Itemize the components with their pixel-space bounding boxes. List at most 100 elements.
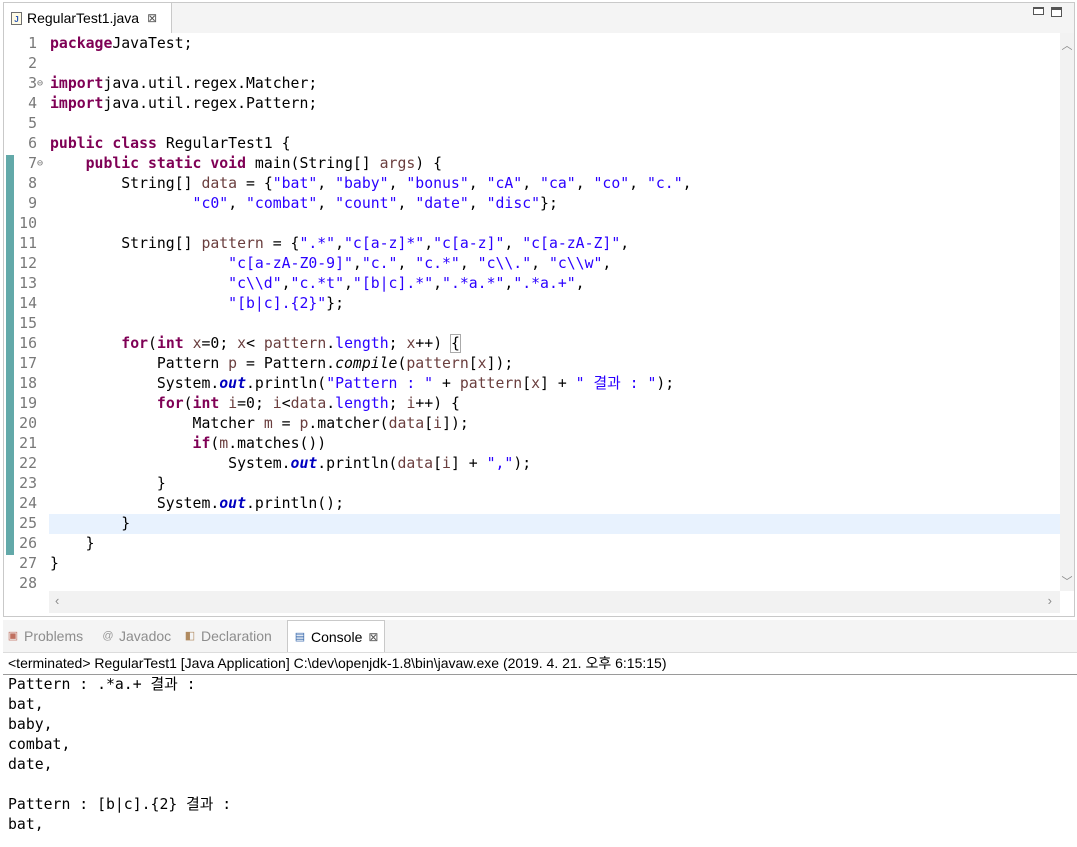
minimize-icon[interactable] — [1033, 7, 1044, 15]
code-token: Matcher — [50, 415, 264, 432]
code-line: 27} — [4, 554, 1060, 574]
console-icon: ▤ — [294, 630, 306, 643]
code-token: out — [290, 455, 318, 472]
code-text: System.out.println(data[i] + ","); — [50, 454, 531, 474]
code-token: pattern — [263, 335, 327, 352]
line-number: 26 — [19, 535, 37, 552]
code-token: , — [397, 255, 416, 272]
code-line: 18 System.out.println("Pattern : " + pat… — [4, 374, 1060, 394]
close-icon[interactable]: ⊠ — [368, 630, 378, 644]
code-line: 20 Matcher m = p.matcher(data[i]); — [4, 414, 1060, 434]
code-text: for(int x=0; x< pattern.length; x++) { — [50, 334, 461, 354]
code-line: 10 — [4, 214, 1060, 234]
code-token: for — [156, 395, 184, 412]
line-number: 16 — [19, 335, 37, 352]
code-token: i — [442, 455, 451, 472]
code-token: data — [397, 455, 434, 472]
console-output[interactable]: Pattern : .*a.+ 결과 : bat, baby, combat, date… — [8, 675, 1077, 835]
line-number: 10 — [19, 215, 37, 232]
code-token: [ — [468, 355, 478, 372]
code-token: ]); — [442, 415, 469, 432]
tab-console[interactable]: ▤ Console ⊠ — [287, 620, 386, 652]
editor-part: J RegularTest1.java ⊠ 1 packageJavaTest; 2… — [3, 2, 1075, 617]
code-line: 5 — [4, 114, 1060, 134]
code-line: 8 String[] data = {"bat", "baby", "bonus… — [4, 174, 1060, 194]
code-token: ".*a.+" — [513, 275, 576, 292]
code-token: for — [121, 335, 149, 352]
code-token: = { — [263, 235, 300, 252]
code-token: } — [50, 535, 95, 552]
code-token: ( — [148, 335, 157, 352]
code-token: , — [468, 175, 487, 192]
code-token: , — [504, 235, 523, 252]
line-number: 9 — [28, 195, 37, 212]
line-number: 28 — [19, 575, 37, 592]
code-area[interactable]: 1 packageJavaTest; 2 3 ⊖ importjava.util.rege… — [4, 33, 1060, 592]
console-line: Pattern : .*a.+ 결과 : — [8, 676, 196, 693]
code-line: 25 } — [4, 514, 1060, 534]
code-token: "c[a-zA-Z]" — [522, 235, 621, 252]
code-token: ".*a.*" — [442, 275, 505, 292]
maximize-icon[interactable] — [1051, 7, 1062, 17]
horizontal-scrollbar[interactable]: ‹ › — [49, 591, 1060, 613]
code-text: importjava.util.regex.Pattern; — [50, 94, 317, 114]
code-token: = { — [237, 175, 273, 192]
code-token: length — [335, 335, 389, 352]
code-token: , — [281, 275, 291, 292]
code-token: , — [468, 195, 487, 212]
code-token: , — [620, 235, 630, 252]
code-line: 17 Pattern p = Pattern.compile(pattern[x… — [4, 354, 1060, 374]
code-line: 12 "c[a-zA-Z0-9]","c.", "c.*", "c\\.", "… — [4, 254, 1060, 274]
scroll-right-icon[interactable]: › — [1048, 593, 1052, 608]
vertical-scrollbar[interactable]: ︿ ﹀ — [1060, 33, 1074, 591]
code-line: 22 System.out.println(data[i] + ","); — [4, 454, 1060, 474]
code-text: importjava.util.regex.Matcher; — [50, 74, 317, 94]
scroll-down-icon[interactable]: ﹀ — [1060, 573, 1074, 589]
tab-console-label: Console — [311, 628, 363, 645]
fold-icon[interactable]: ⊖ — [37, 74, 47, 94]
code-line: 4 importjava.util.regex.Pattern; — [4, 94, 1060, 114]
code-token: "baby" — [335, 175, 389, 192]
code-token: "c.*t" — [290, 275, 344, 292]
tab-problems[interactable]: ▣ Problems — [7, 620, 83, 652]
scroll-up-icon[interactable]: ︿ — [1060, 37, 1074, 53]
code-token: "bat" — [272, 175, 318, 192]
console-line: bat, — [8, 696, 44, 713]
console-line: Pattern : [b|c].{2} 결과 : — [8, 796, 232, 813]
code-token: }; — [326, 295, 344, 312]
code-token: "c\\." — [477, 255, 532, 272]
scroll-left-icon[interactable]: ‹ — [55, 593, 59, 608]
code-token: , — [335, 235, 345, 252]
code-text: System.out.println("Pattern : " + patter… — [50, 374, 674, 394]
editor-tab[interactable]: J RegularTest1.java ⊠ — [4, 3, 172, 33]
code-token: , — [397, 195, 416, 212]
line-number: 17 — [19, 355, 37, 372]
code-token: "count" — [335, 195, 398, 212]
console-line: baby, — [8, 716, 53, 733]
code-text: Matcher m = p.matcher(data[i]); — [50, 414, 469, 434]
code-token: main(String[] — [246, 155, 380, 172]
line-number: 11 — [19, 235, 37, 252]
line-number: 6 — [28, 135, 37, 152]
code-token: , — [317, 195, 336, 212]
code-token: .println(); — [246, 495, 344, 512]
code-token: ] + — [450, 455, 487, 472]
line-number: 2 — [28, 55, 37, 72]
code-token: ( — [183, 395, 193, 412]
code-text: System.out.println(); — [50, 494, 344, 514]
code-token: "bonus" — [406, 175, 469, 192]
fold-icon[interactable]: ⊖ — [37, 154, 47, 174]
line-number: 14 — [19, 295, 37, 312]
code-line: 2 — [4, 54, 1060, 74]
close-icon[interactable]: ⊠ — [147, 11, 157, 25]
code-token: m — [263, 415, 273, 432]
tab-declaration[interactable]: ◧ Declaration — [184, 620, 272, 652]
tab-javadoc[interactable]: @ Javadoc — [102, 620, 171, 652]
line-number: 3 — [28, 75, 37, 92]
code-token: "c[a-z]*" — [344, 235, 425, 252]
line-number: 27 — [19, 555, 37, 572]
code-token: data — [290, 395, 327, 412]
code-token: "c[a-zA-Z0-9]" — [228, 255, 353, 272]
code-token: "c." — [361, 255, 398, 272]
